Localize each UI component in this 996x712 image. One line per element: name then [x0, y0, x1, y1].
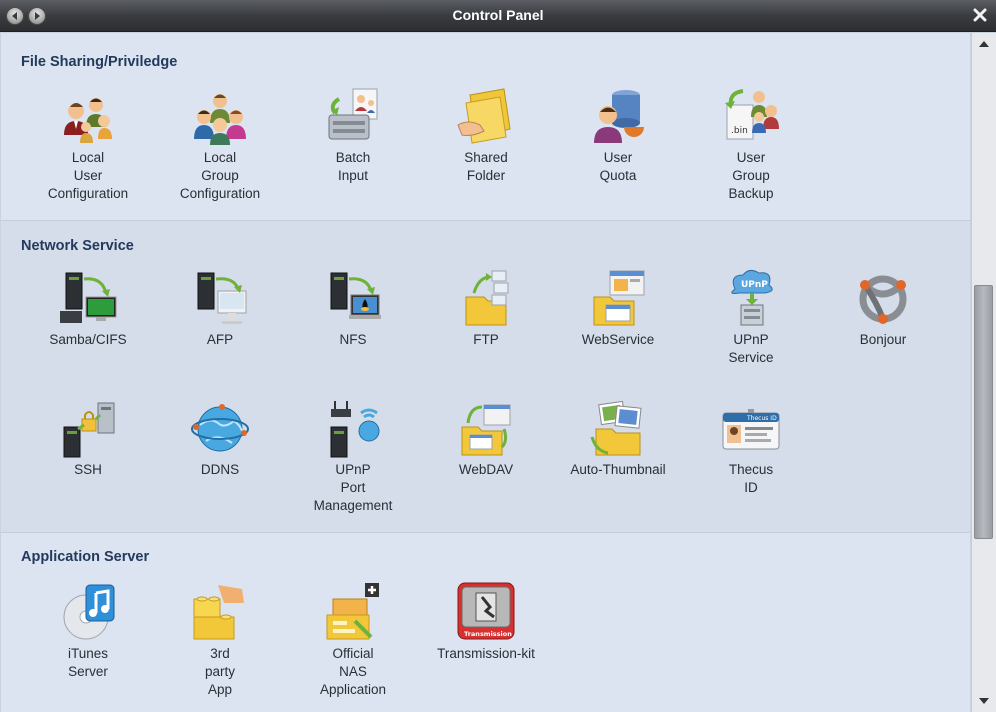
batch-input[interactable]: Batch Input	[291, 85, 415, 185]
item-label: UPnP Port Management	[313, 462, 393, 513]
item-label: WebService	[581, 332, 655, 347]
bonjour-icon	[859, 275, 907, 324]
samba-cifs[interactable]: Samba/CIFS	[26, 267, 150, 349]
webdav-icon	[461, 404, 511, 456]
upnp-service[interactable]: UPnP UPnP Service	[689, 267, 813, 367]
item-label: iTunes Server	[67, 646, 109, 679]
item-label: SSH	[74, 462, 102, 477]
webservice[interactable]: WebService	[556, 267, 680, 349]
user-group-backup[interactable]: .bin User Group Backup	[689, 85, 813, 203]
item-label: Local Group Configuration	[179, 150, 261, 201]
transmission-kit[interactable]: Transmission Transmission-kit	[424, 581, 548, 663]
thecus-id[interactable]: Thecus ID Thecus ID	[689, 397, 813, 497]
item-label: 3rd party App	[204, 646, 235, 697]
batch-input-icon	[328, 88, 378, 140]
ssh[interactable]: SSH	[26, 397, 150, 479]
svg-text:.bin: .bin	[731, 126, 748, 136]
section-application-server: Application Server iTunes Server 3rd par…	[1, 533, 970, 712]
scroll-thumb[interactable]	[974, 285, 993, 539]
item-label: FTP	[473, 332, 499, 347]
title-bar: Control Panel	[0, 0, 996, 32]
local-group-configuration[interactable]: Local Group Configuration	[158, 85, 282, 203]
item-label: DDNS	[200, 462, 240, 477]
upnp-port-icon	[330, 401, 380, 458]
item-label: Auto-Thumbnail	[570, 462, 666, 477]
transmission-badge-text: Transmission	[464, 630, 512, 638]
backup-icon: .bin	[725, 89, 779, 140]
item-label: Bonjour	[859, 332, 907, 347]
ssh-icon	[63, 402, 115, 458]
upnp-icon: UPnP	[731, 269, 773, 326]
close-icon	[973, 8, 987, 22]
official-nas-application[interactable]: Official NAS Application	[291, 581, 415, 699]
svg-text:UPnP: UPnP	[741, 280, 768, 290]
item-label: AFP	[206, 332, 234, 347]
afp-icon	[197, 272, 247, 324]
item-label: User Quota	[599, 150, 637, 183]
user-quota-icon	[594, 90, 644, 143]
users-icon	[64, 98, 112, 143]
group-icon	[194, 94, 246, 145]
nas-app-icon	[326, 583, 379, 640]
thecus-id-icon: Thecus ID	[722, 409, 780, 450]
item-label: Local User Configuration	[47, 150, 129, 201]
ftp-icon	[465, 270, 509, 326]
afp[interactable]: AFP	[158, 267, 282, 349]
item-label: Shared Folder	[464, 150, 508, 183]
section-title: Application Server	[21, 549, 150, 565]
item-label: UPnP Service	[728, 332, 774, 365]
ddns-icon	[191, 404, 249, 452]
ftp[interactable]: FTP	[424, 267, 548, 349]
item-label: WebDAV	[458, 462, 514, 477]
bonjour[interactable]: Bonjour	[821, 267, 945, 349]
control-panel-content: File Sharing/Priviledge Local User Confi…	[1, 33, 970, 712]
local-user-configuration[interactable]: Local User Configuration	[26, 85, 150, 203]
third-party-app[interactable]: 3rd party App	[158, 581, 282, 699]
item-label: User Group Backup	[728, 150, 774, 201]
nfs[interactable]: NFS	[291, 267, 415, 349]
section-title: File Sharing/Priviledge	[21, 54, 178, 70]
itunes-icon	[63, 584, 115, 640]
close-button[interactable]	[972, 7, 988, 23]
item-label: NFS	[339, 332, 367, 347]
thumbnail-icon	[590, 400, 642, 456]
item-label: Samba/CIFS	[49, 332, 127, 347]
ddns[interactable]: DDNS	[158, 397, 282, 479]
item-label: Official NAS Application	[319, 646, 387, 697]
section-file-sharing: File Sharing/Priviledge Local User Confi…	[1, 33, 970, 221]
item-label: Thecus ID	[728, 462, 774, 495]
scroll-up-icon[interactable]	[978, 39, 990, 49]
transmission-icon: Transmission	[457, 582, 515, 640]
lego-icon	[193, 585, 244, 640]
item-label: Transmission-kit	[437, 646, 535, 661]
samba-icon	[60, 272, 117, 323]
upnp-port-management[interactable]: UPnP Port Management	[291, 397, 415, 515]
webservice-icon	[593, 270, 645, 326]
shared-folder[interactable]: Shared Folder	[424, 85, 548, 185]
scroll-down-icon[interactable]	[978, 696, 990, 706]
section-network-service: Network Service Samba/CIFS AFP NFS FTP W…	[1, 221, 970, 533]
user-quota[interactable]: User Quota	[556, 85, 680, 185]
vertical-scrollbar[interactable]	[971, 33, 996, 712]
webdav[interactable]: WebDAV	[424, 397, 548, 479]
shared-folder-icon	[457, 88, 511, 144]
auto-thumbnail[interactable]: Auto-Thumbnail	[556, 397, 680, 479]
window-title: Control Panel	[452, 7, 544, 23]
section-title: Network Service	[21, 238, 134, 254]
nfs-icon	[330, 272, 381, 319]
thecus-id-badge-text: Thecus ID	[746, 415, 777, 422]
itunes-server[interactable]: iTunes Server	[26, 581, 150, 681]
item-label: Batch Input	[335, 150, 371, 183]
